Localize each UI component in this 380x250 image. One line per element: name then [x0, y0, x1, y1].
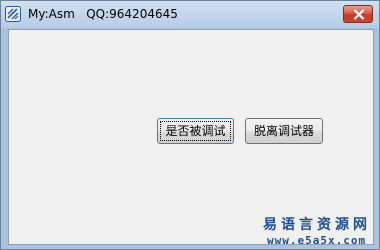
app-window: My:Asm QQ:964204645 是否被调试 脱离调试器 易语言资源网 w… [0, 0, 380, 250]
title-bar[interactable]: My:Asm QQ:964204645 [1, 1, 379, 28]
check-debugged-button[interactable]: 是否被调试 [157, 118, 234, 144]
detach-debugger-label: 脱离调试器 [253, 124, 314, 138]
watermark-url: www.e5a5x.com [267, 234, 367, 247]
close-icon [353, 9, 365, 20]
close-button[interactable] [343, 5, 373, 23]
app-logo-icon [5, 6, 21, 22]
focus-ring [160, 121, 231, 141]
watermark-site-name: 易语言资源网 [263, 217, 371, 233]
detach-debugger-button[interactable]: 脱离调试器 [245, 118, 323, 144]
window-title: My:Asm QQ:964204645 [28, 7, 178, 21]
